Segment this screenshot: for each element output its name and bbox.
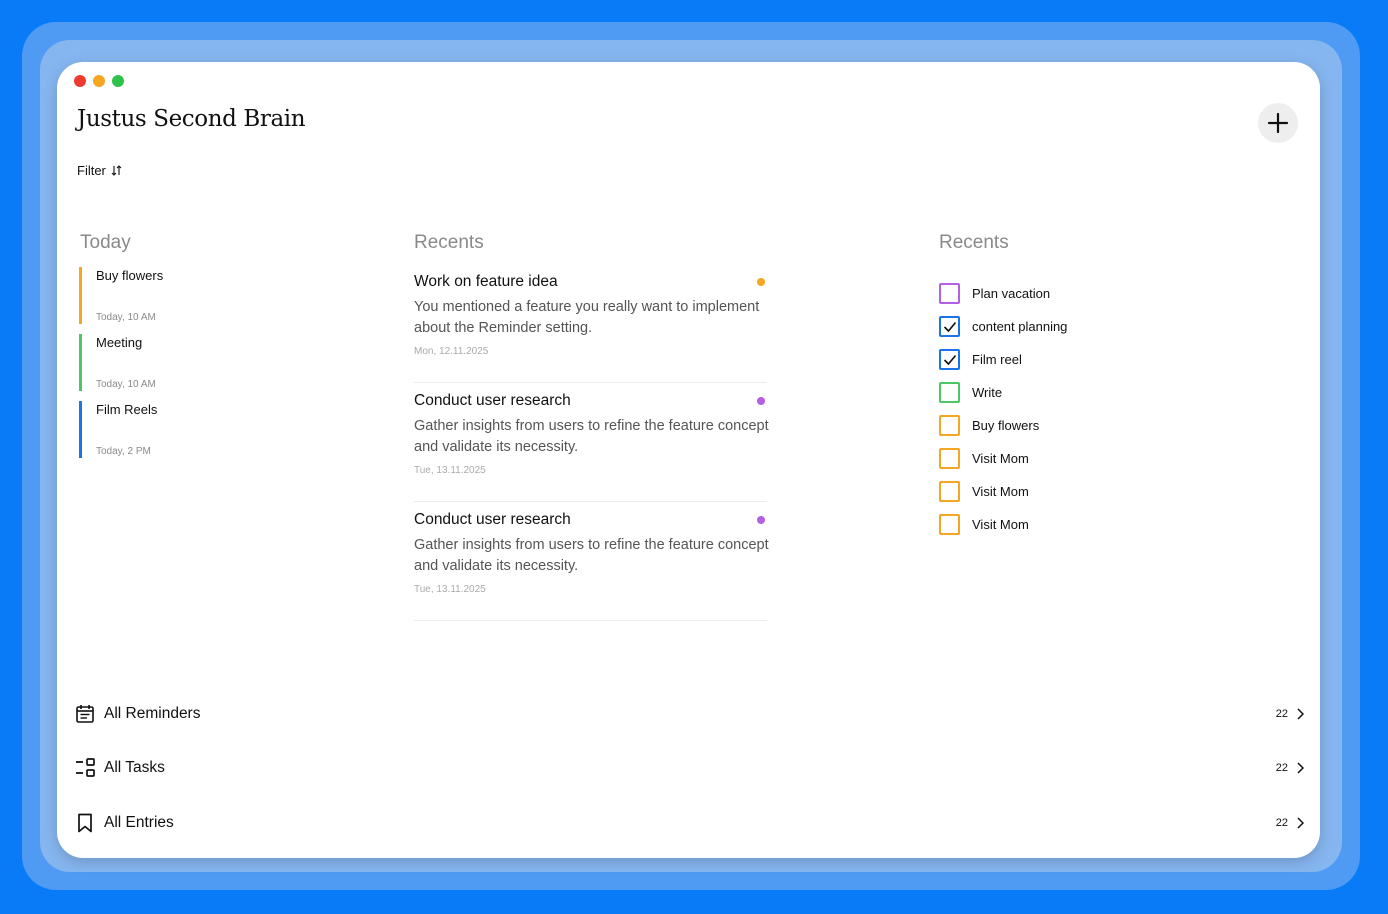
task-item[interactable]: Buy flowers <box>939 409 1067 442</box>
task-label: Visit Mom <box>972 517 1029 532</box>
app-title: Justus Second Brain <box>77 106 306 132</box>
minimize-window-button[interactable] <box>93 75 105 87</box>
task-item[interactable]: Visit Mom <box>939 442 1067 475</box>
entry-date: Tue, 13.11.2025 <box>414 465 486 476</box>
today-list: Buy flowers Today, 10 AM Meeting Today, … <box>79 267 169 468</box>
chevron-right-icon <box>1297 817 1304 829</box>
entry-card[interactable]: Conduct user research Gather insights fr… <box>414 502 769 621</box>
entry-date: Mon, 12.11.2025 <box>414 346 489 357</box>
chevron-right-icon <box>1297 708 1304 720</box>
today-heading: Today <box>80 232 131 253</box>
today-item-time: Today, 2 PM <box>96 446 151 457</box>
task-checkbox[interactable] <box>939 481 960 502</box>
today-item-title: Film Reels <box>96 402 158 417</box>
recents-tasks-heading: Recents <box>939 232 1009 253</box>
task-item[interactable]: Visit Mom <box>939 508 1067 541</box>
task-label: Plan vacation <box>972 286 1051 301</box>
today-item[interactable]: Meeting Today, 10 AM <box>79 334 169 391</box>
recents-tasks-list: Plan vacation content planning Film reel… <box>939 277 1067 541</box>
entry-title: Work on feature idea <box>414 273 558 290</box>
task-checkbox[interactable] <box>939 382 960 403</box>
filter-label: Filter <box>77 163 106 178</box>
nav-label: All Entries <box>104 814 174 831</box>
entry-status-dot <box>757 397 765 405</box>
task-label: Film reel <box>972 352 1022 367</box>
task-checkbox[interactable] <box>939 448 960 469</box>
nav-label: All Reminders <box>104 705 201 722</box>
nav-count: 22 <box>1275 817 1288 829</box>
today-item[interactable]: Film Reels Today, 2 PM <box>79 401 169 458</box>
app-window: Justus Second Brain Filter Today Buy flo… <box>57 62 1320 858</box>
nav-count: 22 <box>1275 708 1288 720</box>
recents-entries-heading: Recents <box>414 232 484 253</box>
sort-icon <box>111 165 122 176</box>
task-checkbox[interactable] <box>939 415 960 436</box>
task-checkbox[interactable] <box>939 514 960 535</box>
task-checkbox[interactable] <box>939 316 960 337</box>
filter-button[interactable]: Filter <box>77 163 122 178</box>
task-item[interactable]: Film reel <box>939 343 1067 376</box>
task-label: Visit Mom <box>972 484 1029 499</box>
task-checkbox[interactable] <box>939 283 960 304</box>
plus-icon <box>1267 112 1289 134</box>
task-item[interactable]: Plan vacation <box>939 277 1067 310</box>
today-item-time: Today, 10 AM <box>96 379 156 390</box>
add-button[interactable] <box>1258 103 1298 143</box>
entry-body: Gather insights from users to refine the… <box>414 418 769 455</box>
recents-entries-list: Work on feature idea You mentioned a fea… <box>414 264 769 621</box>
today-item-title: Buy flowers <box>96 268 164 283</box>
task-checkbox[interactable] <box>939 349 960 370</box>
nav-all-tasks[interactable]: All Tasks 22 <box>74 754 1304 782</box>
task-item[interactable]: Visit Mom <box>939 475 1067 508</box>
task-item[interactable]: Write <box>939 376 1067 409</box>
chevron-right-icon <box>1297 762 1304 774</box>
entry-card[interactable]: Conduct user research Gather insights fr… <box>414 383 769 502</box>
task-label: Visit Mom <box>972 451 1029 466</box>
today-item-time: Today, 10 AM <box>96 312 156 323</box>
bookmark-icon <box>74 812 96 834</box>
nav-all-entries[interactable]: All Entries 22 <box>74 809 1304 837</box>
entry-body: Gather insights from users to refine the… <box>414 537 769 574</box>
entry-title: Conduct user research <box>414 511 571 528</box>
entry-date: Tue, 13.11.2025 <box>414 584 486 595</box>
window-controls <box>74 75 124 87</box>
close-window-button[interactable] <box>74 75 86 87</box>
entry-status-dot <box>757 278 765 286</box>
nav-count: 22 <box>1275 762 1288 774</box>
task-label: content planning <box>972 319 1068 334</box>
tasks-icon <box>74 757 96 779</box>
entry-title: Conduct user research <box>414 392 571 409</box>
today-item[interactable]: Buy flowers Today, 10 AM <box>79 267 169 324</box>
task-item[interactable]: content planning <box>939 310 1067 343</box>
entry-card[interactable]: Work on feature idea You mentioned a fea… <box>414 264 767 383</box>
entry-status-dot <box>757 516 765 524</box>
task-label: Buy flowers <box>972 418 1040 433</box>
task-label: Write <box>972 385 1003 400</box>
checkmark-icon <box>943 354 956 365</box>
nav-all-reminders[interactable]: All Reminders 22 <box>74 700 1304 728</box>
nav-label: All Tasks <box>104 759 165 776</box>
checkmark-icon <box>943 321 956 332</box>
calendar-icon <box>74 703 96 725</box>
maximize-window-button[interactable] <box>112 75 124 87</box>
today-item-title: Meeting <box>96 335 143 350</box>
entry-body: You mentioned a feature you really want … <box>414 299 760 336</box>
